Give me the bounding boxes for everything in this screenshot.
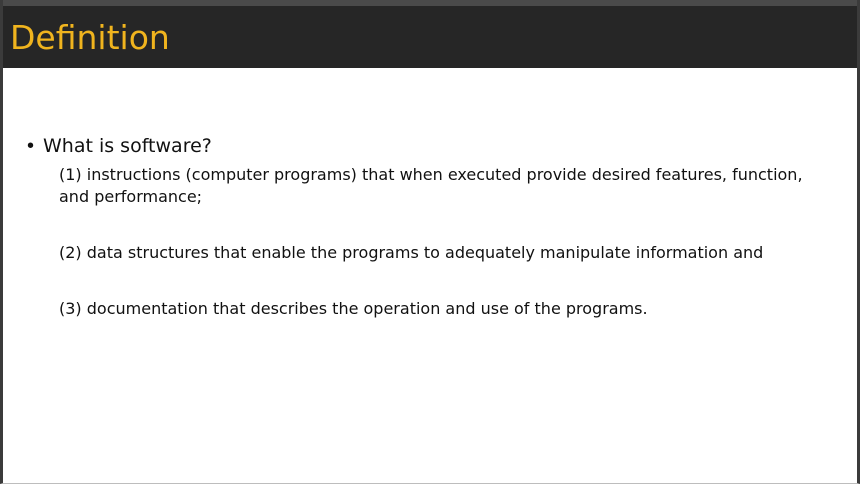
slide-content: • What is software? (1) instructions (com… [3,68,857,483]
definition-item-3: (3) documentation that describes the ope… [59,299,648,318]
bullet-text: What is software? [43,135,212,157]
slide-title: Definition [10,18,170,57]
definition-item-2: (2) data structures that enable the prog… [59,243,764,262]
slide: Definition • What is software? (1) instru… [0,0,860,484]
definition-item-1: (1) instructions (computer programs) tha… [59,165,803,206]
title-bar: Definition [3,0,857,68]
bullet-icon: • [27,135,35,157]
bullet-question: • What is software? [27,132,212,160]
